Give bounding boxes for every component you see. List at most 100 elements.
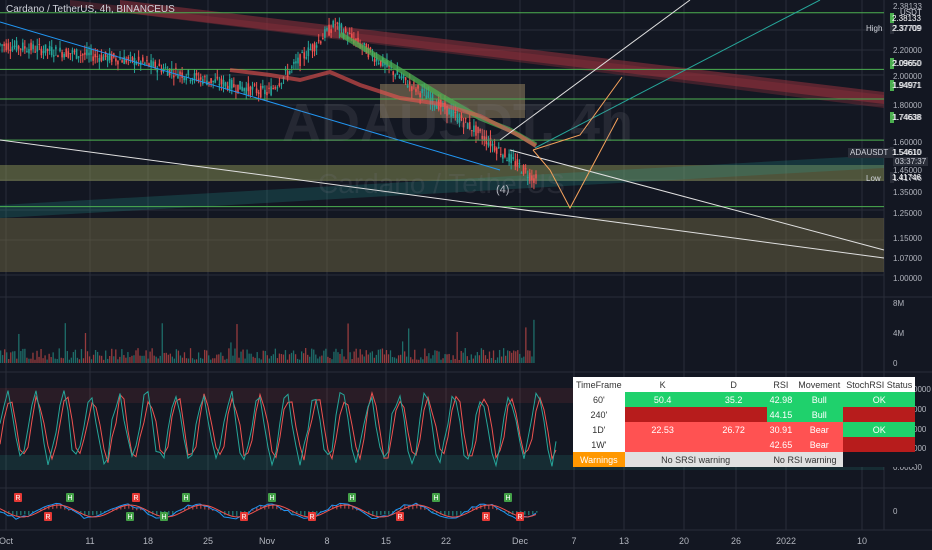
volume-bar <box>416 359 418 363</box>
volume-bar <box>357 357 359 363</box>
candle-body <box>510 154 512 164</box>
volume-bar <box>88 356 91 363</box>
cell-rsi: 42.65 <box>766 437 796 452</box>
volume-bar <box>339 353 341 363</box>
candle-body <box>75 49 78 59</box>
candle-body <box>204 76 206 78</box>
volume-bar <box>161 323 163 363</box>
candle-body <box>115 58 117 62</box>
candle-body <box>30 42 32 51</box>
volume-bar <box>509 351 511 363</box>
volume-bar <box>206 350 208 363</box>
volume-bar <box>248 353 250 363</box>
volume-bar <box>454 358 456 363</box>
cell-d: 35.2 <box>700 392 767 407</box>
volume-bar <box>220 352 222 363</box>
marker-label: R <box>483 514 488 521</box>
candle-body <box>315 45 318 48</box>
candle-body <box>67 51 70 58</box>
candle-body <box>152 61 154 67</box>
volume-bar <box>141 355 143 363</box>
srsi-warning: No SRSI warning <box>624 452 767 467</box>
volume-tick-label: 4M <box>893 329 904 338</box>
candle-body <box>313 43 316 52</box>
volume-bar <box>331 359 333 363</box>
time-tick-label: Nov <box>259 536 276 546</box>
histogram-bar <box>236 511 238 517</box>
volume-bar <box>294 354 297 363</box>
volume-bar <box>103 359 105 363</box>
candle-body <box>38 44 41 46</box>
cell-status <box>843 407 916 422</box>
price-tag: 1.94971 <box>890 80 921 91</box>
candle-body <box>237 84 239 93</box>
volume-bar <box>107 358 109 363</box>
candle-body <box>290 66 293 68</box>
volume-bar <box>309 356 311 363</box>
volume-bar <box>127 352 129 363</box>
candle-body <box>319 41 322 44</box>
candle-body <box>348 32 351 34</box>
candle-body <box>251 86 254 90</box>
volume-bar <box>46 359 48 363</box>
volume-bar <box>76 357 79 363</box>
volume-bar <box>270 355 272 363</box>
candle-body <box>224 82 227 86</box>
candle-body <box>21 42 24 51</box>
candle-body <box>218 84 221 86</box>
header-d: D <box>700 377 767 392</box>
volume-bar <box>260 359 262 363</box>
volume-bar <box>278 353 281 363</box>
volume-bar <box>513 350 515 363</box>
volume-bar <box>343 356 345 363</box>
price-tick-label: 1.25000 <box>893 209 922 218</box>
cell-status <box>843 437 916 452</box>
volume-bar <box>428 353 430 363</box>
time-tick-label: Dec <box>512 536 529 546</box>
volume-bar <box>305 348 307 363</box>
histogram-bar <box>316 511 318 515</box>
candle-body <box>506 159 508 161</box>
volume-bar <box>26 357 28 363</box>
volume-bar <box>197 352 200 363</box>
volume-bar <box>345 359 347 363</box>
volume-bar <box>288 354 291 363</box>
time-tick-label: 18 <box>143 536 153 546</box>
chart-canvas[interactable]: R R H H R H H R H R H R H R H R Oct 11 18 25 Nov 8 15 22 Dec 7 13… <box>0 0 932 550</box>
candle-body <box>88 52 90 56</box>
volume-bar <box>135 350 137 363</box>
cell-d <box>700 407 767 422</box>
volume-bar <box>313 349 315 363</box>
histogram-bar <box>384 511 386 515</box>
marker-label: R <box>309 514 314 521</box>
candle-body <box>512 157 515 159</box>
volume-bar <box>397 355 400 363</box>
volume-bar <box>307 354 309 363</box>
header-movement: Movement <box>795 377 844 392</box>
volume-bar <box>375 354 378 363</box>
volume-bar <box>101 355 103 363</box>
volume-bar <box>486 358 489 363</box>
candle-body <box>330 29 332 33</box>
candle-body <box>96 56 99 58</box>
volume-bar <box>335 348 337 363</box>
candle-body <box>322 37 324 40</box>
volume-bar <box>492 350 495 363</box>
price-tick-label: 2.00000 <box>893 72 922 81</box>
marker-label: R <box>45 514 50 521</box>
candle-body <box>210 78 212 84</box>
volume-bar <box>163 352 165 363</box>
candle-body <box>44 44 47 53</box>
watermark-symbol: ADAUSDT, 4h <box>282 93 634 153</box>
candle-body <box>303 52 306 59</box>
volume-bar <box>444 354 446 363</box>
time-tick-label: 7 <box>571 536 576 546</box>
volume-bar <box>36 350 38 363</box>
histogram-bar <box>12 511 14 515</box>
volume-bar <box>234 348 236 363</box>
candle-body <box>164 67 167 69</box>
candle-body <box>417 85 419 89</box>
price-tag: 1.74638 <box>890 112 921 123</box>
volume-bar <box>199 357 202 363</box>
volume-bar <box>276 358 279 363</box>
